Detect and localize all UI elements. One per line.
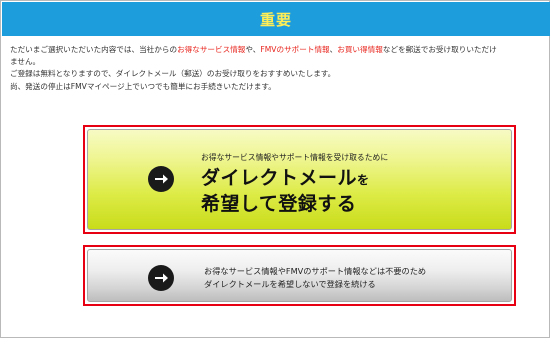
secondary-button-text: お得なサービス情報やFMVのサポート情報などは不要のため ダイレクトメールを希望… — [204, 265, 426, 291]
secondary-button-highlight: お得なサービス情報やFMVのサポート情報などは不要のため ダイレクトメールを希望… — [83, 245, 516, 306]
arrow-right-circle-icon — [148, 166, 174, 192]
header-bar: 重要 — [2, 2, 550, 36]
page-title: 重要 — [259, 10, 292, 29]
highlight-service-info: お得なサービス情報 — [177, 45, 246, 54]
highlight-bargain-info: お買い得情報 — [337, 45, 383, 54]
primary-button-sub-label: お得なサービス情報やサポート情報を受け取るために — [201, 153, 389, 162]
notice-line-3: ご登録は無料となりますので、ダイレクトメール（郵送）のお受け取りをおすすめいたし… — [10, 69, 336, 79]
arrow-right-circle-icon — [148, 265, 174, 291]
highlight-fmv-support: FMVのサポート情報 — [260, 45, 330, 54]
notice-line-4: 尚、発送の停止はFMVマイページ上でいつでも簡単にお手続きいただけます。 — [10, 81, 276, 91]
primary-button-main-label: ダイレクトメールを 希望して登録する — [201, 167, 370, 215]
register-with-dm-button[interactable]: お得なサービス情報やサポート情報を受け取るために ダイレクトメールを 希望して登… — [87, 129, 512, 230]
continue-without-dm-button[interactable]: お得なサービス情報やFMVのサポート情報などは不要のため ダイレクトメールを希望… — [87, 249, 512, 302]
notice-line-2: ません。 — [10, 57, 41, 67]
primary-button-highlight: お得なサービス情報やサポート情報を受け取るために ダイレクトメールを 希望して登… — [83, 125, 516, 234]
secondary-button-line-1: お得なサービス情報やFMVのサポート情報などは不要のため — [204, 266, 427, 276]
secondary-button-line-2: ダイレクトメールを希望しないで登録を続ける — [204, 279, 376, 289]
primary-button-text: お得なサービス情報やサポート情報を受け取るために ダイレクトメールを 希望して登… — [201, 152, 388, 216]
dialog-frame: 重要 ただいまご選択いただいた内容では、当社からのお得なサービス情報や、FMVの… — [0, 0, 550, 338]
notice-line-1: ただいまご選択いただいた内容では、当社からのお得なサービス情報や、FMVのサポー… — [10, 45, 497, 54]
notice-message: ただいまご選択いただいた内容では、当社からのお得なサービス情報や、FMVのサポー… — [10, 44, 544, 93]
